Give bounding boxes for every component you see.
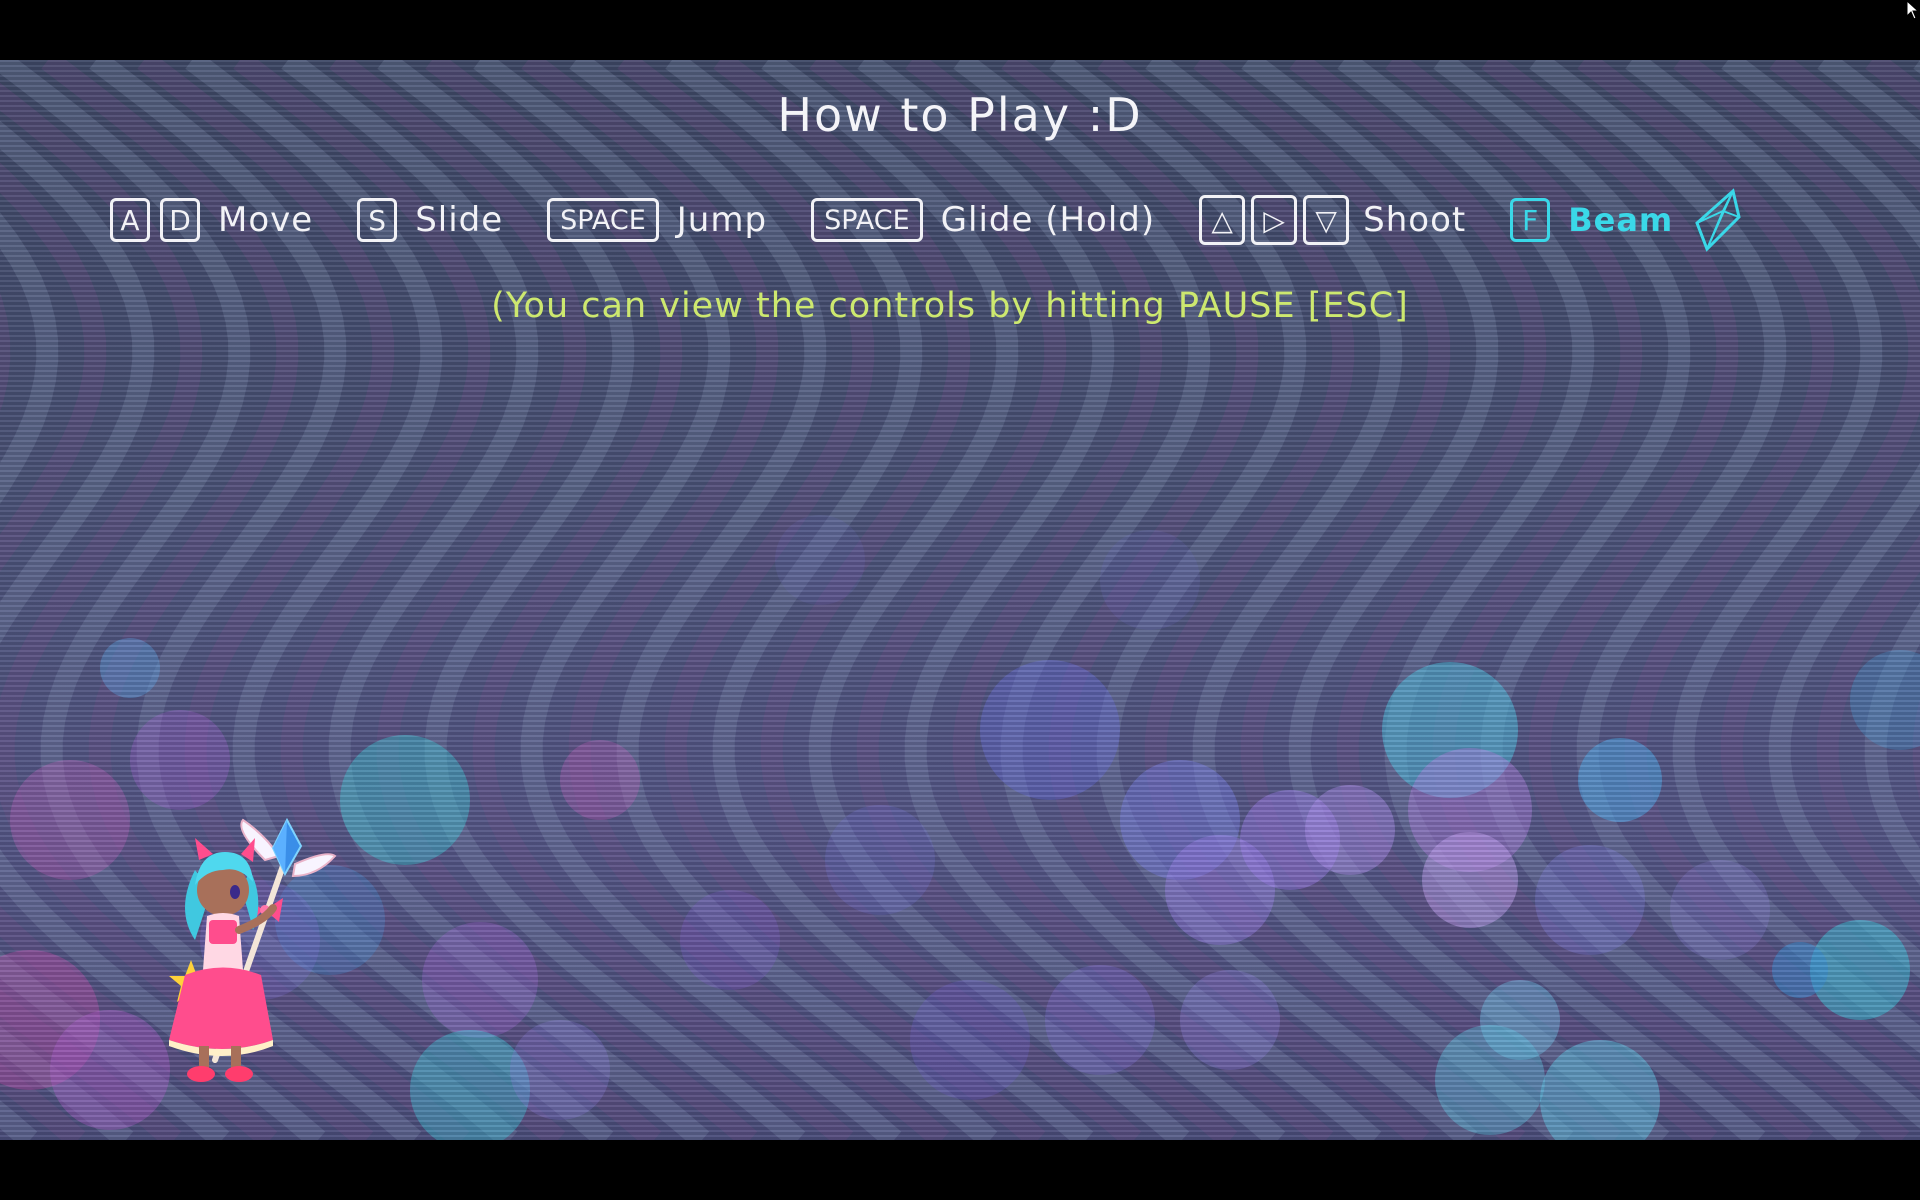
control-slide: S Slide (357, 198, 503, 242)
jump-label: Jump (676, 200, 768, 240)
bokeh-circle (560, 740, 640, 820)
bokeh-circle (1180, 970, 1280, 1070)
control-beam: F Beam (1510, 187, 1743, 253)
magical-girl-character (169, 817, 337, 1082)
bokeh-circle (980, 660, 1120, 800)
key-a: A (110, 198, 150, 242)
bokeh-circle (1045, 965, 1155, 1075)
bokeh-circle (1535, 845, 1645, 955)
bokeh-circle (1578, 738, 1662, 822)
page-title: How to Play :D (777, 88, 1143, 142)
key-space-glide: SPACE (811, 198, 923, 242)
key-down-triangle: ▽ (1303, 195, 1350, 245)
beam-label: Beam (1568, 201, 1674, 239)
control-shoot: △ ▷ ▽ Shoot (1199, 195, 1466, 245)
crystal-icon (1695, 188, 1741, 252)
controls-bar: A D Move S Slide SPACE Jump SPACE Glide … (110, 187, 1870, 253)
bokeh-circle (10, 760, 130, 880)
bokeh-circle (1435, 1025, 1545, 1135)
controls-hint: (You can view the controls by hitting PA… (491, 286, 1409, 326)
bokeh-circle (910, 980, 1030, 1100)
control-jump: SPACE Jump (547, 198, 767, 242)
slide-label: Slide (415, 200, 504, 240)
bokeh-circle (1850, 650, 1920, 750)
move-label: Move (218, 200, 314, 240)
glide-label: Glide (Hold) (940, 200, 1156, 240)
bokeh-circle (1540, 1040, 1660, 1140)
bokeh-circle (1772, 942, 1828, 998)
key-space-jump: SPACE (547, 198, 659, 242)
control-glide: SPACE Glide (Hold) (811, 198, 1155, 242)
key-f: F (1510, 198, 1551, 242)
game-stage: How to Play :D A D Move S Slide SPACE Ju… (0, 60, 1920, 1140)
bokeh-circle (1100, 530, 1200, 630)
bokeh-circle (825, 805, 935, 915)
bokeh-circle (100, 638, 160, 698)
bokeh-circle (510, 1020, 610, 1120)
bokeh-circle (422, 922, 538, 1038)
bokeh-circle (1422, 832, 1518, 928)
bokeh-circle (410, 1030, 530, 1140)
key-d: D (160, 198, 200, 242)
bokeh-circle (1670, 860, 1770, 960)
shoot-label: Shoot (1363, 200, 1467, 240)
bokeh-circle (1305, 785, 1395, 875)
control-move: A D Move (110, 198, 313, 242)
key-right-triangle: ▷ (1251, 195, 1298, 245)
bokeh-circle (680, 890, 780, 990)
key-up-triangle: △ (1199, 195, 1246, 245)
bokeh-circle (775, 515, 865, 605)
bokeh-circle (50, 1010, 170, 1130)
mouse-cursor-icon (1906, 0, 1920, 20)
key-s: S (357, 198, 398, 242)
